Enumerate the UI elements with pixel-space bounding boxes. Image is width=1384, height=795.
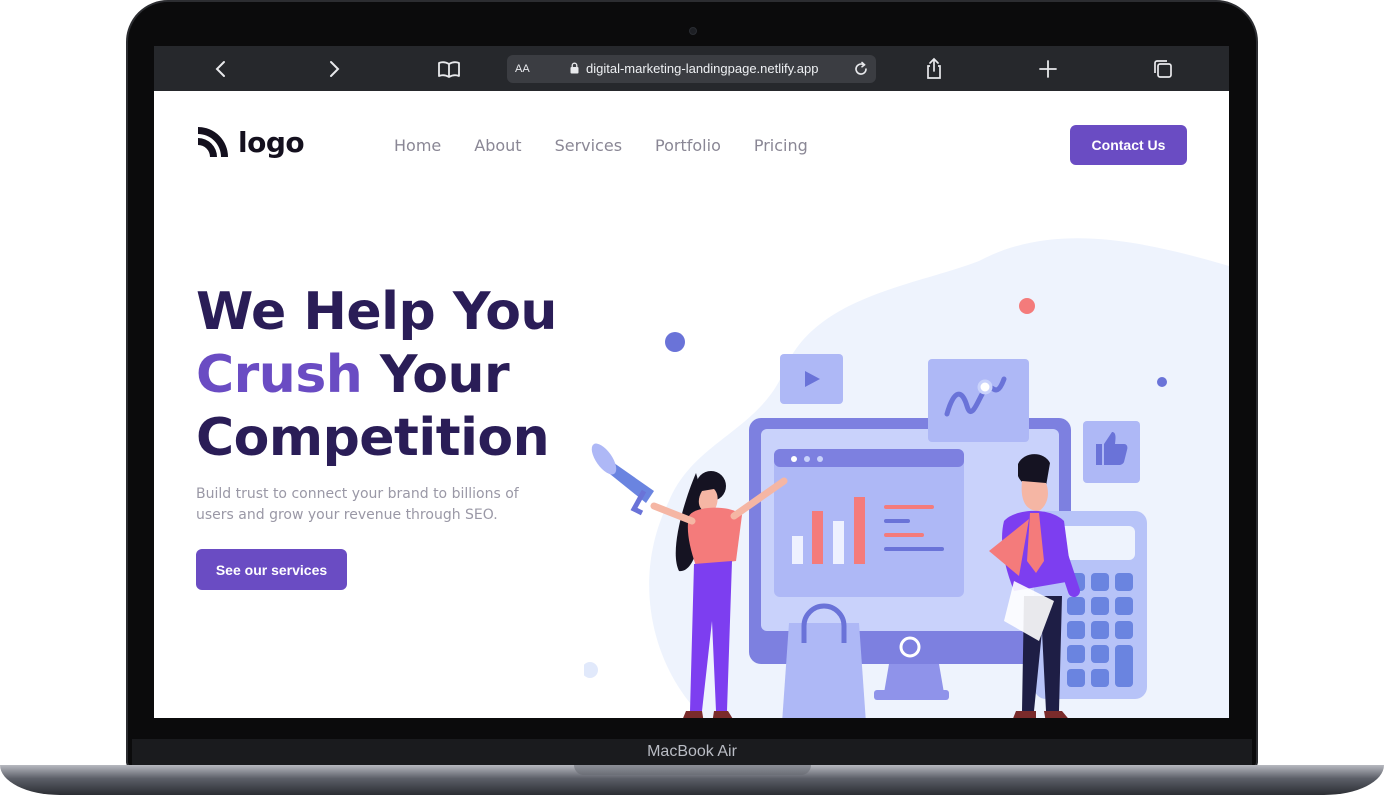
nav-services[interactable]: Services bbox=[555, 136, 622, 155]
monitor-neck bbox=[884, 664, 944, 693]
decor-dot bbox=[665, 332, 685, 352]
screen: AA digital-marketing-landingpage.netlify… bbox=[154, 46, 1229, 718]
hero-title-line-2: Crush Your bbox=[196, 344, 557, 407]
nav-portfolio[interactable]: Portfolio bbox=[655, 136, 721, 155]
text-size-button[interactable]: AA bbox=[515, 63, 530, 75]
new-tab-icon[interactable] bbox=[1035, 56, 1061, 82]
hero-subtitle: Build trust to connect your brand to bil… bbox=[196, 486, 519, 523]
landing-page: logo Home About Services Portfolio Prici… bbox=[154, 91, 1229, 718]
back-icon[interactable] bbox=[208, 56, 234, 82]
chart-bar bbox=[792, 536, 803, 564]
hero-title-line-2-rest: Your bbox=[362, 345, 510, 405]
chart-bar bbox=[833, 521, 844, 564]
laptop-model-label: MacBook Air bbox=[647, 743, 737, 760]
bookmarks-icon[interactable] bbox=[436, 56, 462, 82]
logo-icon bbox=[198, 127, 228, 157]
hero-title: We Help You Crush Your Competition bbox=[196, 281, 557, 470]
hero-illustration bbox=[584, 238, 1229, 718]
main-nav: Home About Services Portfolio Pricing bbox=[394, 136, 841, 155]
lock-icon bbox=[570, 62, 579, 74]
logo-text: logo bbox=[238, 125, 305, 159]
monitor-stand bbox=[874, 690, 949, 700]
decor-dot bbox=[1019, 298, 1035, 314]
laptop-notch bbox=[574, 765, 811, 775]
shopping-bag bbox=[782, 623, 866, 718]
reload-icon[interactable] bbox=[852, 60, 870, 78]
decor-dot bbox=[584, 662, 598, 678]
hero-title-line-3: Competition bbox=[196, 408, 550, 468]
megaphone-icon bbox=[591, 443, 654, 516]
browser-toolbar: AA digital-marketing-landingpage.netlify… bbox=[154, 46, 1229, 91]
see-services-button[interactable]: See our services bbox=[196, 549, 347, 590]
hero-title-line-1: We Help You bbox=[196, 282, 557, 342]
address-bar[interactable]: AA digital-marketing-landingpage.netlify… bbox=[507, 55, 876, 83]
chart-bar bbox=[812, 511, 823, 564]
dashboard-window bbox=[774, 449, 964, 597]
nav-about[interactable]: About bbox=[474, 136, 521, 155]
chart-bar bbox=[854, 497, 865, 564]
dashboard-window-header bbox=[774, 449, 964, 467]
camera-icon bbox=[689, 27, 697, 35]
contact-us-button[interactable]: Contact Us bbox=[1070, 125, 1187, 165]
share-icon[interactable] bbox=[921, 56, 947, 82]
hero-title-accent: Crush bbox=[196, 345, 363, 405]
nav-home[interactable]: Home bbox=[394, 136, 441, 155]
site-logo[interactable]: logo bbox=[196, 125, 305, 159]
nav-pricing[interactable]: Pricing bbox=[754, 136, 808, 155]
decor-dot bbox=[1157, 377, 1167, 387]
tabs-overview-icon[interactable] bbox=[1150, 56, 1176, 82]
forward-icon[interactable] bbox=[321, 56, 347, 82]
url-text: digital-marketing-landingpage.netlify.ap… bbox=[586, 61, 819, 76]
